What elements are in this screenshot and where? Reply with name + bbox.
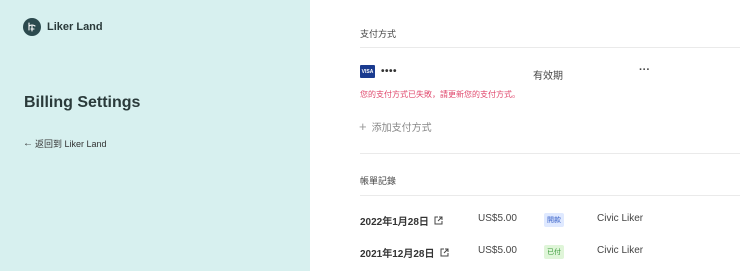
payment-divider — [360, 47, 740, 48]
arrow-left-icon: ← — [23, 138, 33, 149]
billing-record-amount: US$5.00 — [478, 245, 517, 256]
back-link-label: 返回到 Liker Land — [35, 139, 107, 149]
add-payment-method-label: 添加支付方式 — [371, 123, 432, 134]
billing-record-date-cell: 2021年12月28日 — [360, 245, 449, 260]
billing-divider-top — [360, 153, 740, 154]
plus-icon: + — [359, 119, 367, 134]
sidebar: Liker Land Billing Settings ← 返回到 Liker … — [0, 0, 310, 271]
billing-record-plan: Civic Liker — [597, 245, 644, 256]
visa-card-icon: VISA — [360, 65, 375, 78]
external-link-icon[interactable] — [434, 216, 443, 225]
billing-record-date-cell: 2022年1月28日 — [360, 213, 443, 228]
billing-record-plan: Civic Liker — [597, 213, 644, 224]
brand-name: Liker Land — [47, 21, 103, 33]
status-badge: 開款 — [544, 213, 564, 227]
billing-record-row: 2021年12月28日 US$5.00 已付 Civic Liker — [360, 243, 740, 260]
billing-record-date: 2022年1月28日 — [360, 217, 429, 228]
payment-section-title: 支付方式 — [360, 29, 397, 39]
billing-section-title: 帳單記錄 — [360, 176, 397, 186]
main-content: 支付方式 VISA •••• 有效期 ··· 您的支付方式已失敗，請更新您的支付… — [310, 0, 740, 271]
page-title: Billing Settings — [24, 94, 141, 111]
billing-record-date: 2021年12月28日 — [360, 249, 435, 260]
back-link[interactable]: ← 返回到 Liker Land — [23, 137, 107, 150]
billing-record-row: 2022年1月28日 US$5.00 開款 Civic Liker — [360, 211, 740, 228]
external-link-icon[interactable] — [440, 248, 449, 257]
card-validity-label: 有效期 — [533, 71, 563, 82]
liker-land-logo-icon — [23, 18, 41, 36]
brand[interactable]: Liker Land — [23, 18, 103, 36]
payment-error-message: 您的支付方式已失敗，請更新您的支付方式。 — [360, 90, 520, 99]
billing-divider — [360, 195, 740, 196]
billing-record-amount: US$5.00 — [478, 213, 517, 224]
status-badge: 已付 — [544, 245, 564, 259]
card-number-masked: •••• — [381, 66, 398, 77]
add-payment-method-button[interactable]: + 添加支付方式 — [359, 119, 432, 134]
more-options-icon[interactable]: ··· — [639, 64, 650, 76]
